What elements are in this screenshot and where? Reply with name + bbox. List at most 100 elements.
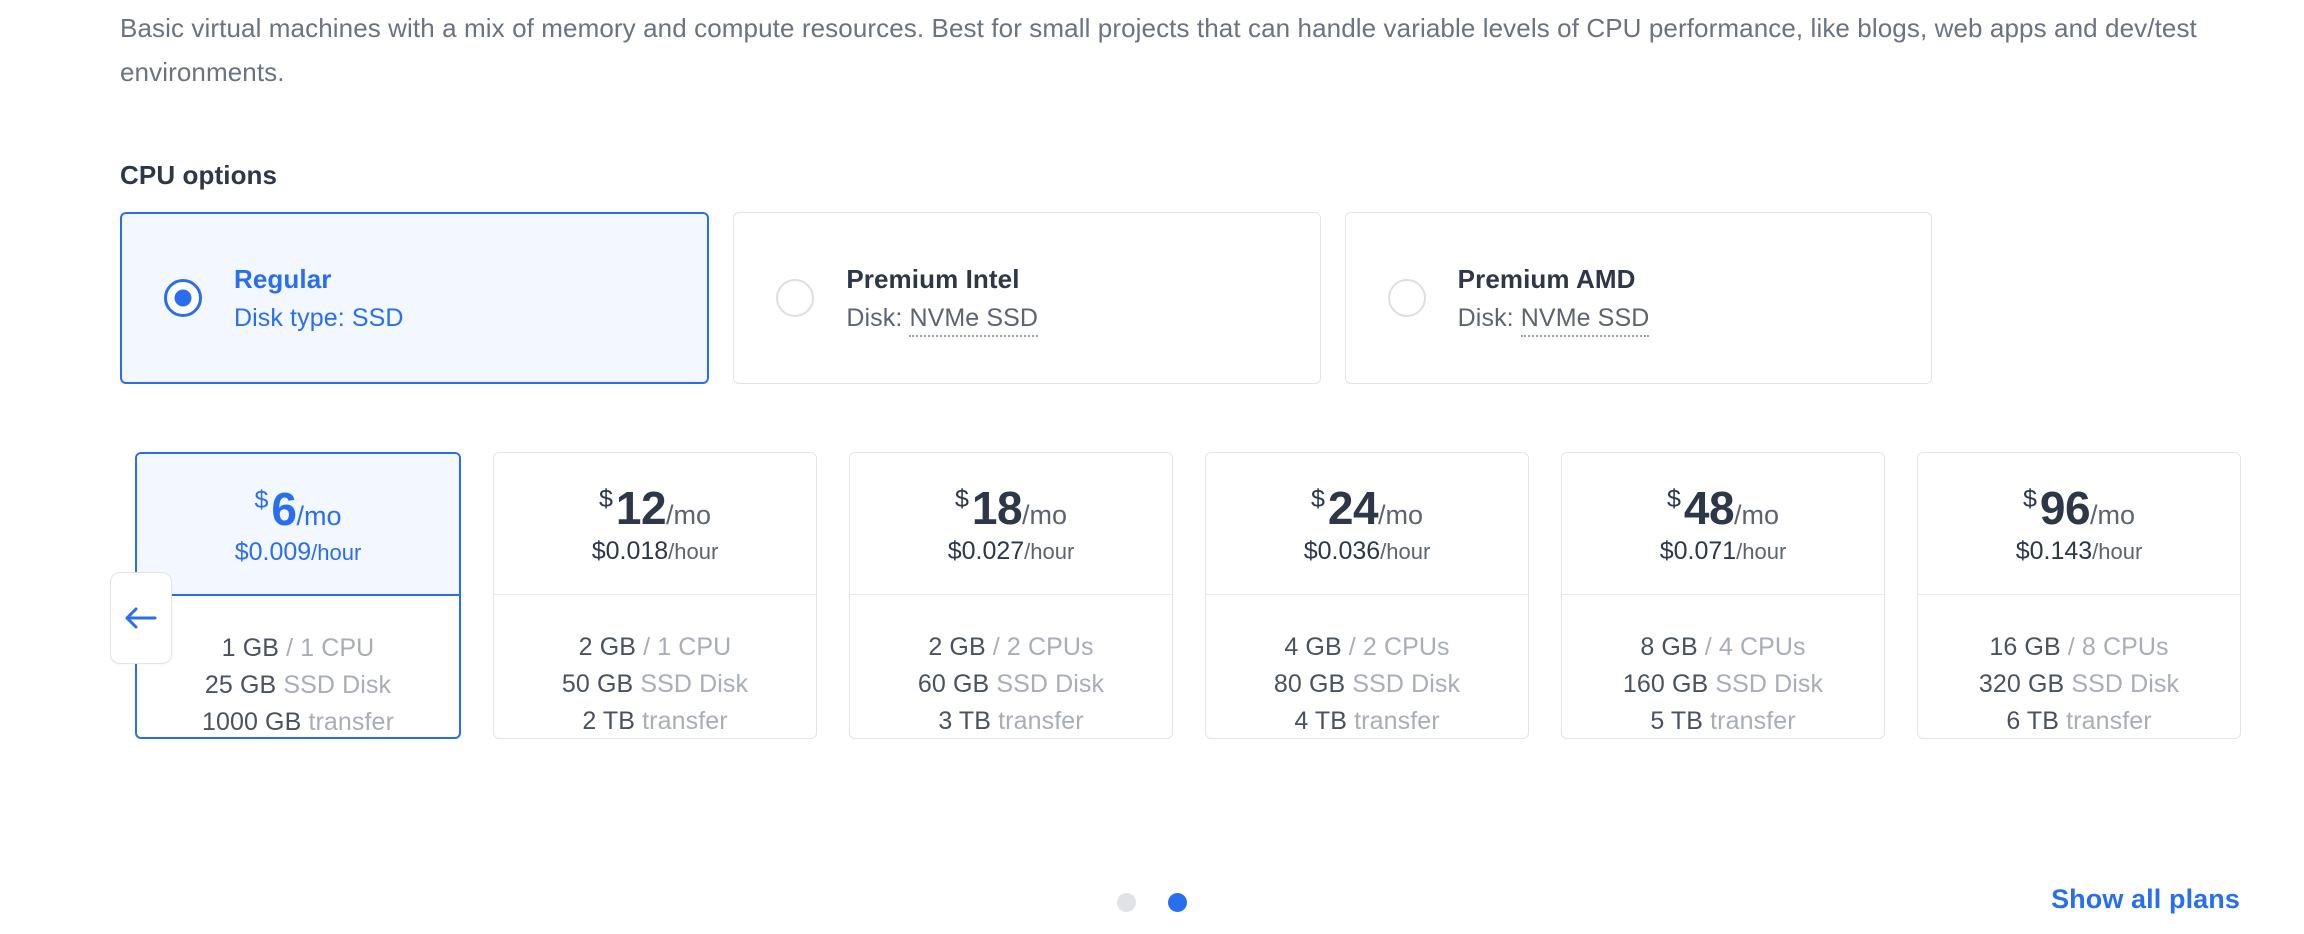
cpu-option-regular[interactable]: Regular Disk type: SSD <box>120 212 709 384</box>
plan-card[interactable]: $ 48 /mo $0.071/hour 8 GB / 4 CPUs 160 G… <box>1561 452 1885 739</box>
plan-price-amount: 48 <box>1684 481 1734 535</box>
plan-memory-value: 1 GB <box>222 634 279 662</box>
plan-price-amount: 18 <box>972 481 1022 535</box>
radio-icon-regular[interactable] <box>164 279 202 317</box>
plan-hourly-price: $0.027/hour <box>948 537 1075 566</box>
plan-spec-disk: 80 GB SSD Disk <box>1274 670 1460 699</box>
currency-symbol: $ <box>599 485 613 514</box>
plan-cpu-value: 2 CPUs <box>1363 633 1450 661</box>
cpu-option-sub-prefix-premium-amd: Disk: <box>1458 304 1521 332</box>
plan-transfer-label: transfer <box>998 707 1084 735</box>
cpu-option-sub-value-premium-amd[interactable]: NVMe SSD <box>1521 304 1650 337</box>
plan-specs: 4 GB / 2 CPUs 80 GB SSD Disk 4 TB transf… <box>1206 595 1528 738</box>
plan-price-header: $ 48 /mo $0.071/hour <box>1562 453 1884 595</box>
cpu-option-sub-regular: Disk type: SSD <box>234 304 404 333</box>
plan-transfer-value: 1000 GB <box>202 708 301 736</box>
plan-hourly-amount: $0.036 <box>1304 537 1380 565</box>
plan-monthly-price: $ 96 /mo <box>2023 481 2135 535</box>
plan-disk-value: 320 GB <box>1979 670 2064 698</box>
plan-cpu-value: 1 CPU <box>300 634 374 662</box>
carousel-dot-1[interactable] <box>1117 893 1136 912</box>
carousel-dot-2[interactable] <box>1168 893 1187 912</box>
plan-hourly-price: $0.018/hour <box>592 537 719 566</box>
plan-description: Basic virtual machines with a mix of mem… <box>120 6 2210 94</box>
cpu-options-heading: CPU options <box>120 160 277 191</box>
plan-spec-transfer: 4 TB transfer <box>1294 707 1439 736</box>
plan-spec-disk: 60 GB SSD Disk <box>918 670 1104 699</box>
cpu-option-sub-value-regular: SSD <box>352 304 404 332</box>
plan-price-amount: 24 <box>1328 481 1378 535</box>
plan-price-header: $ 6 /mo $0.009/hour <box>137 454 459 596</box>
plan-spec-disk: 160 GB SSD Disk <box>1623 670 1823 699</box>
plan-hourly-unit: /hour <box>1736 539 1786 564</box>
cpu-options-group: Regular Disk type: SSD Premium Intel Dis… <box>120 212 1932 384</box>
plan-cpu-value: 8 CPUs <box>2082 633 2169 661</box>
plan-specs: 2 GB / 2 CPUs 60 GB SSD Disk 3 TB transf… <box>850 595 1172 738</box>
plan-price-amount: 6 <box>271 482 296 536</box>
currency-symbol: $ <box>1311 485 1325 514</box>
plan-price-period: /mo <box>1022 500 1067 531</box>
plan-disk-label: SSD Disk <box>1352 670 1460 698</box>
cpu-option-sub-prefix-regular: Disk type: <box>234 304 352 332</box>
carousel-prev-button[interactable] <box>110 572 172 664</box>
plan-transfer-value: 2 TB <box>582 707 635 735</box>
plan-spec-memory-cpu: 1 GB / 1 CPU <box>222 634 375 663</box>
plan-card[interactable]: $ 12 /mo $0.018/hour 2 GB / 1 CPU 50 GB … <box>493 452 817 739</box>
radio-icon-premium-amd[interactable] <box>1388 279 1426 317</box>
plan-price-period: /mo <box>666 500 711 531</box>
plan-price-header: $ 24 /mo $0.036/hour <box>1206 453 1528 595</box>
cpu-option-text-premium-intel: Premium Intel Disk: NVMe SSD <box>846 264 1038 333</box>
plan-card[interactable]: $ 18 /mo $0.027/hour 2 GB / 2 CPUs 60 GB… <box>849 452 1173 739</box>
plan-hourly-unit: /hour <box>668 539 718 564</box>
plan-price-period: /mo <box>1378 500 1423 531</box>
plan-disk-value: 25 GB <box>205 671 276 699</box>
currency-symbol: $ <box>254 486 268 515</box>
plan-price-period: /mo <box>1734 500 1779 531</box>
cpu-option-label-premium-amd: Premium AMD <box>1458 264 1650 295</box>
plan-card[interactable]: $ 24 /mo $0.036/hour 4 GB / 2 CPUs 80 GB… <box>1205 452 1529 739</box>
plan-transfer-label: transfer <box>642 707 728 735</box>
plan-monthly-price: $ 18 /mo <box>955 481 1067 535</box>
plan-transfer-label: transfer <box>2066 707 2152 735</box>
show-all-plans-link[interactable]: Show all plans <box>2051 884 2240 915</box>
plan-spec-memory-cpu: 16 GB / 8 CPUs <box>1989 633 2168 662</box>
currency-symbol: $ <box>2023 485 2037 514</box>
plan-monthly-price: $ 48 /mo <box>1667 481 1779 535</box>
plan-transfer-value: 5 TB <box>1650 707 1703 735</box>
plan-disk-label: SSD Disk <box>2071 670 2179 698</box>
plan-hourly-price: $0.143/hour <box>2016 537 2143 566</box>
plan-hourly-amount: $0.071 <box>1660 537 1736 565</box>
plan-card[interactable]: $ 6 /mo $0.009/hour 1 GB / 1 CPU 25 GB S… <box>135 452 461 739</box>
plan-price-period: /mo <box>2090 500 2135 531</box>
plan-hourly-price: $0.071/hour <box>1660 537 1787 566</box>
plan-spec-transfer: 5 TB transfer <box>1650 707 1795 736</box>
plan-monthly-price: $ 12 /mo <box>599 481 711 535</box>
plan-disk-label: SSD Disk <box>996 670 1104 698</box>
plan-monthly-price: $ 6 /mo <box>254 482 341 536</box>
plan-spec-disk: 320 GB SSD Disk <box>1979 670 2179 699</box>
plan-hourly-amount: $0.027 <box>948 537 1024 565</box>
plan-specs: 2 GB / 1 CPU 50 GB SSD Disk 2 TB transfe… <box>494 595 816 738</box>
cpu-option-sub-value-premium-intel[interactable]: NVMe SSD <box>909 304 1038 337</box>
cpu-option-sub-premium-intel: Disk: NVMe SSD <box>846 304 1038 333</box>
plan-hourly-amount: $0.018 <box>592 537 668 565</box>
radio-icon-premium-intel[interactable] <box>776 279 814 317</box>
plan-spec-memory-cpu: 2 GB / 2 CPUs <box>928 633 1093 662</box>
cpu-option-premium-amd[interactable]: Premium AMD Disk: NVMe SSD <box>1345 212 1932 384</box>
cpu-option-sub-premium-amd: Disk: NVMe SSD <box>1458 304 1650 333</box>
plan-memory-value: 2 GB <box>579 633 636 661</box>
plan-price-header: $ 12 /mo $0.018/hour <box>494 453 816 595</box>
plan-disk-value: 80 GB <box>1274 670 1345 698</box>
plan-monthly-price: $ 24 /mo <box>1311 481 1423 535</box>
plan-disk-label: SSD Disk <box>283 671 391 699</box>
carousel-pagination <box>0 893 2304 912</box>
plan-card[interactable]: $ 96 /mo $0.143/hour 16 GB / 8 CPUs 320 … <box>1917 452 2241 739</box>
cpu-option-text-regular: Regular Disk type: SSD <box>234 264 404 333</box>
cpu-option-premium-intel[interactable]: Premium Intel Disk: NVMe SSD <box>733 212 1320 384</box>
plan-specs: 8 GB / 4 CPUs 160 GB SSD Disk 5 TB trans… <box>1562 595 1884 738</box>
plan-hourly-unit: /hour <box>311 540 361 565</box>
plan-spec-transfer: 1000 GB transfer <box>202 708 394 737</box>
plan-disk-value: 50 GB <box>562 670 633 698</box>
plan-transfer-value: 4 TB <box>1294 707 1347 735</box>
plan-disk-label: SSD Disk <box>640 670 748 698</box>
